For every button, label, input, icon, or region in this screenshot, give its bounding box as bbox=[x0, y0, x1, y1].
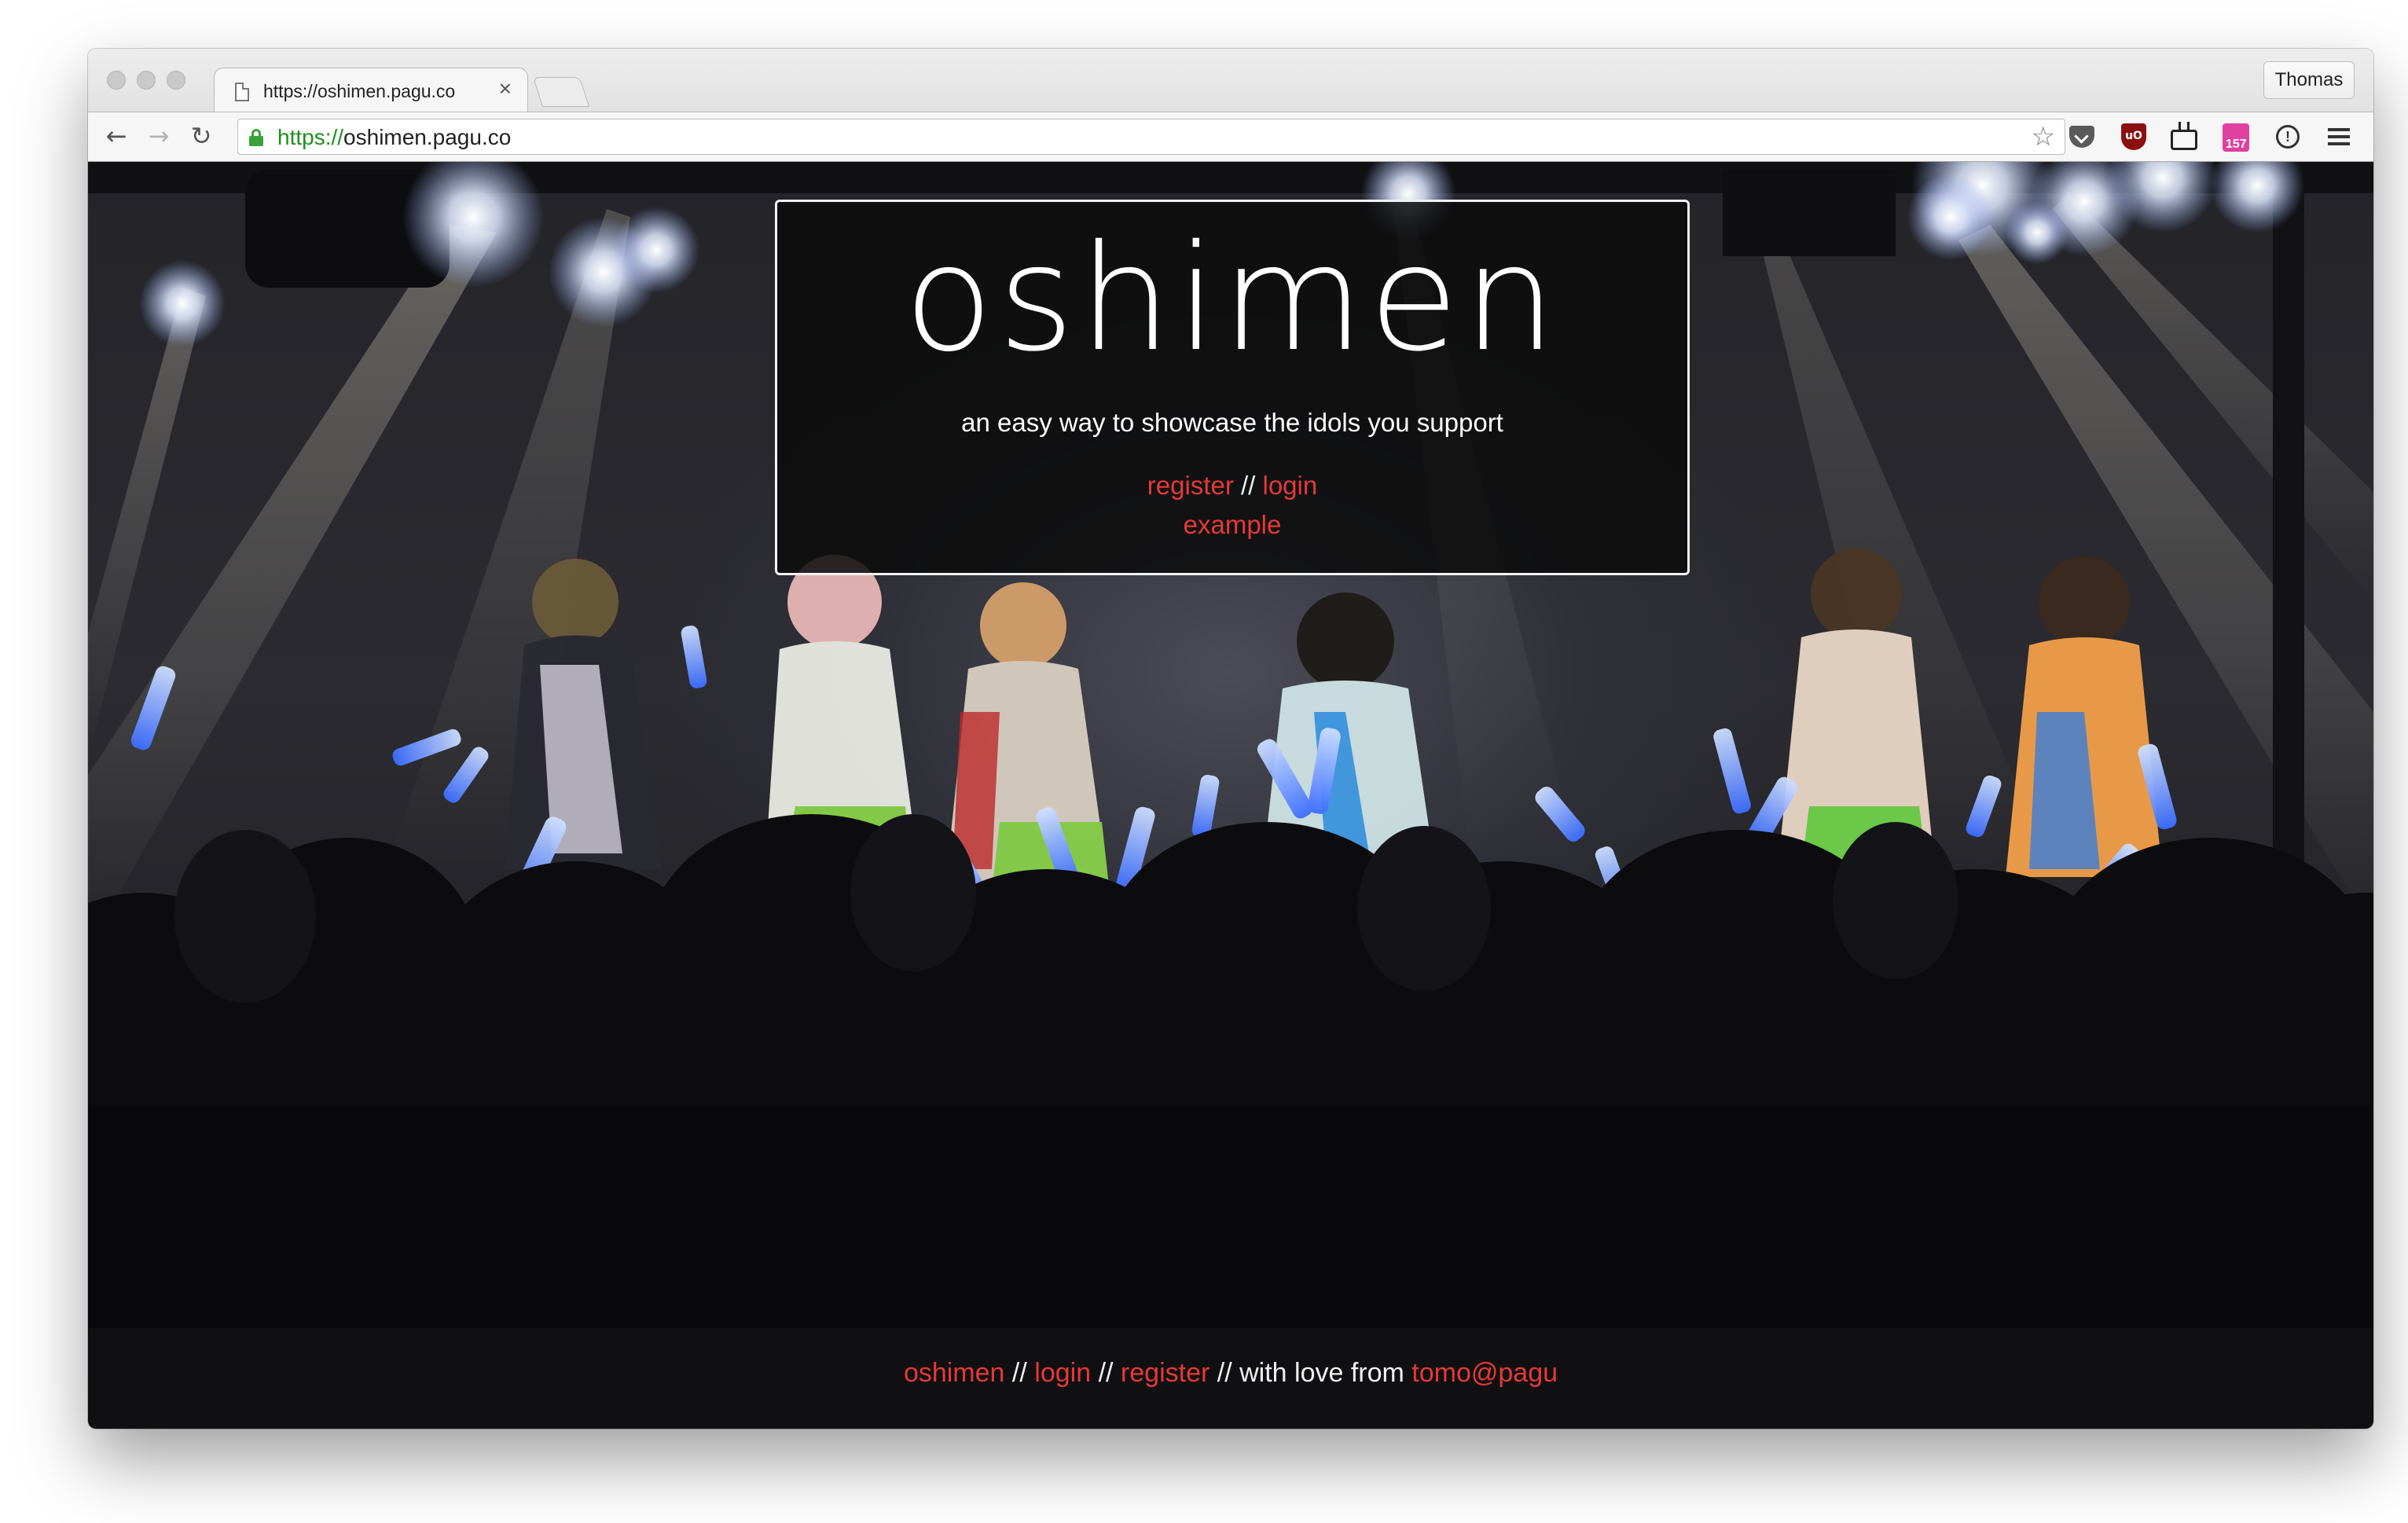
info-icon[interactable]: ! bbox=[2273, 122, 2303, 152]
close-window-button[interactable] bbox=[107, 71, 126, 90]
hero-card: oshimen an easy way to showcase the idol… bbox=[775, 200, 1690, 575]
ublock-icon[interactable]: uO bbox=[2119, 122, 2149, 152]
example-row: example bbox=[777, 510, 1687, 540]
profile-button[interactable]: Thomas bbox=[2263, 61, 2355, 99]
url-text[interactable]: https://oshimen.pagu.co bbox=[277, 125, 511, 150]
url-scheme: https:// bbox=[277, 125, 344, 149]
pocket-icon[interactable] bbox=[2067, 122, 2097, 152]
tagline: an easy way to showcase the idols you su… bbox=[961, 408, 1503, 437]
tab-oshimen[interactable]: https://oshimen.pagu.co × bbox=[214, 68, 528, 113]
footer-oshimen-link[interactable]: oshimen bbox=[904, 1358, 1005, 1388]
footer-separator: // bbox=[1098, 1358, 1114, 1388]
footer-login-link[interactable]: login bbox=[1034, 1358, 1091, 1388]
zoom-window-button[interactable] bbox=[167, 71, 185, 90]
page-viewport: oshimen an easy way to showcase the idol… bbox=[88, 162, 2373, 1429]
footer-credit-text: with love from bbox=[1239, 1358, 1404, 1388]
hero-background: oshimen an easy way to showcase the idol… bbox=[88, 162, 2373, 1328]
browser-toolbar: ← → ↻ https://oshimen.pagu.co ☆ uO 157 ! bbox=[88, 112, 2373, 162]
footer-register-link[interactable]: register bbox=[1121, 1358, 1210, 1388]
footer-credit-link[interactable]: tomo@pagu bbox=[1411, 1358, 1558, 1388]
browser-window: https://oshimen.pagu.co × Thomas ← → ↻ h… bbox=[88, 49, 2373, 1429]
reload-button[interactable]: ↻ bbox=[185, 120, 217, 152]
tv-icon[interactable] bbox=[2169, 122, 2199, 152]
example-link[interactable]: example bbox=[1184, 510, 1282, 539]
back-button[interactable]: ← bbox=[101, 120, 132, 152]
footer: oshimen // login // register // with lov… bbox=[88, 1328, 2373, 1429]
minimize-window-button[interactable] bbox=[137, 71, 156, 90]
footer-links: oshimen // login // register // with lov… bbox=[88, 1358, 2373, 1389]
new-tab-button[interactable] bbox=[532, 77, 590, 107]
page-icon bbox=[235, 83, 249, 101]
footer-separator: // bbox=[1217, 1358, 1232, 1388]
star-icon[interactable]: ☆ bbox=[2032, 121, 2055, 152]
tab-close-icon[interactable]: × bbox=[499, 78, 512, 100]
tab-title: https://oshimen.pagu.co bbox=[263, 81, 456, 101]
lock-icon bbox=[249, 129, 263, 146]
footer-separator: // bbox=[1011, 1358, 1027, 1388]
login-link[interactable]: login bbox=[1263, 471, 1318, 500]
url-host: oshimen.pagu.co bbox=[343, 125, 512, 149]
badge-count: 157 bbox=[2224, 138, 2248, 152]
link-separator: // bbox=[1240, 471, 1256, 500]
badge-icon[interactable]: 157 bbox=[2221, 122, 2251, 152]
menu-icon[interactable] bbox=[2323, 122, 2353, 152]
forward-button[interactable]: → bbox=[143, 120, 174, 152]
register-link[interactable]: register bbox=[1147, 471, 1234, 500]
site-title: oshimen bbox=[904, 213, 1561, 384]
ublock-label: uO bbox=[2121, 123, 2146, 150]
address-bar[interactable]: https://oshimen.pagu.co ☆ bbox=[237, 119, 2065, 155]
auth-links: register // login bbox=[777, 471, 1687, 501]
tab-strip: https://oshimen.pagu.co × Thomas bbox=[88, 49, 2373, 113]
